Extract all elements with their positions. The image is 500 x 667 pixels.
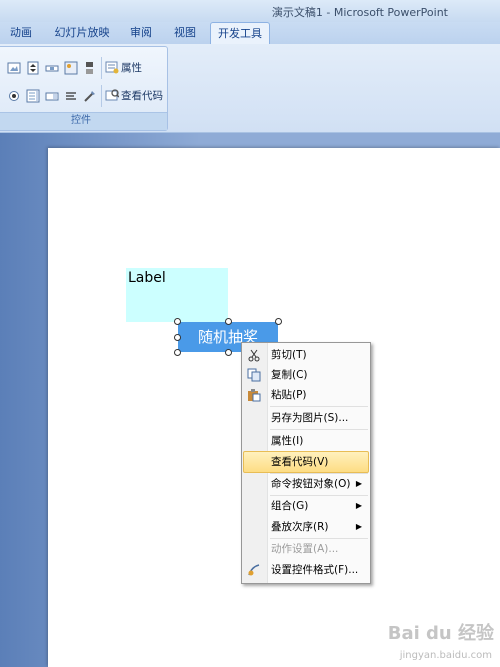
menu-item-cut[interactable]: 剪切(T): [244, 345, 368, 365]
text-box-icon[interactable]: [64, 89, 78, 103]
more-controls-icon[interactable]: [83, 89, 97, 103]
label-control[interactable]: Label: [126, 268, 228, 322]
menu-item-copy[interactable]: 复制(C): [244, 365, 368, 385]
resize-handle[interactable]: [275, 318, 282, 325]
menu-item-commandbutton-object[interactable]: 命令按钮对象(O) ▶: [244, 474, 368, 494]
menu-item-properties[interactable]: 属性(I): [244, 431, 368, 451]
menu-item-paste[interactable]: 粘贴(P): [244, 385, 368, 405]
title-bar: 演示文稿1 - Microsoft PowerPoint: [0, 0, 500, 22]
menu-separator: [270, 406, 368, 407]
format-control-icon: [247, 563, 261, 577]
view-code-button[interactable]: 查看代码: [105, 87, 163, 105]
menu-item-group[interactable]: 组合(G) ▶: [244, 496, 368, 516]
menu-item-view-code[interactable]: 查看代码(V): [243, 451, 369, 473]
menu-separator: [270, 429, 368, 430]
tab-developer[interactable]: 开发工具: [210, 22, 270, 46]
combo-box-icon[interactable]: [45, 89, 59, 103]
tab-view[interactable]: 视图: [168, 22, 202, 44]
spin-button-icon[interactable]: [26, 61, 40, 75]
resize-handle[interactable]: [225, 349, 232, 356]
view-code-icon: [105, 88, 120, 102]
resize-handle[interactable]: [174, 334, 181, 341]
menu-item-action-settings: 动作设置(A)...: [271, 543, 339, 555]
watermark-url: jingyan.baidu.com: [399, 650, 492, 661]
ribbon: 属性 查看代码 控件: [0, 44, 500, 133]
image-frame-icon[interactable]: [64, 61, 78, 75]
submenu-arrow-icon: ▶: [355, 522, 362, 531]
controls-group: 属性 查看代码 控件: [0, 46, 168, 131]
ribbon-separator: [101, 85, 102, 107]
window-title: 演示文稿1 - Microsoft PowerPoint: [271, 6, 448, 19]
resize-handle[interactable]: [174, 318, 181, 325]
scroll-bar-icon[interactable]: [45, 61, 59, 75]
resize-handle[interactable]: [225, 318, 232, 325]
menu-item-format-control[interactable]: 设置控件格式(F)...: [244, 560, 368, 580]
submenu-arrow-icon: ▶: [355, 501, 362, 510]
submenu-arrow-icon: ▶: [355, 479, 362, 488]
list-box-icon[interactable]: [26, 89, 40, 103]
resize-handle[interactable]: [174, 349, 181, 356]
controls-group-label: 控件: [0, 112, 167, 130]
label-control-text: Label: [128, 270, 166, 286]
watermark-brand: Bai du 经验: [387, 623, 494, 644]
scissors-icon: [247, 348, 261, 362]
ribbon-tab-row: 动画 幻灯片放映 审阅 视图 开发工具: [0, 22, 500, 46]
ribbon-separator: [101, 57, 102, 79]
menu-item-order[interactable]: 叠放次序(R) ▶: [244, 517, 368, 537]
option-button-icon[interactable]: [7, 89, 21, 103]
properties-icon: [105, 60, 119, 74]
properties-label: 属性: [121, 62, 142, 74]
image-control-icon[interactable]: [7, 61, 21, 75]
copy-icon: [247, 368, 261, 382]
tab-slideshow[interactable]: 幻灯片放映: [52, 22, 112, 44]
toggle-button-icon[interactable]: [83, 61, 97, 75]
context-menu: 剪切(T) 复制(C) 粘贴(P) 另存为图片(S)... 属性(I) 查看代码…: [241, 342, 371, 584]
menu-item-save-as-picture[interactable]: 另存为图片(S)...: [244, 408, 368, 428]
tab-review[interactable]: 审阅: [124, 22, 158, 44]
tab-animation[interactable]: 动画: [4, 22, 38, 44]
properties-button[interactable]: 属性: [105, 59, 142, 77]
paste-icon: [247, 388, 261, 402]
view-code-label: 查看代码: [121, 90, 163, 102]
